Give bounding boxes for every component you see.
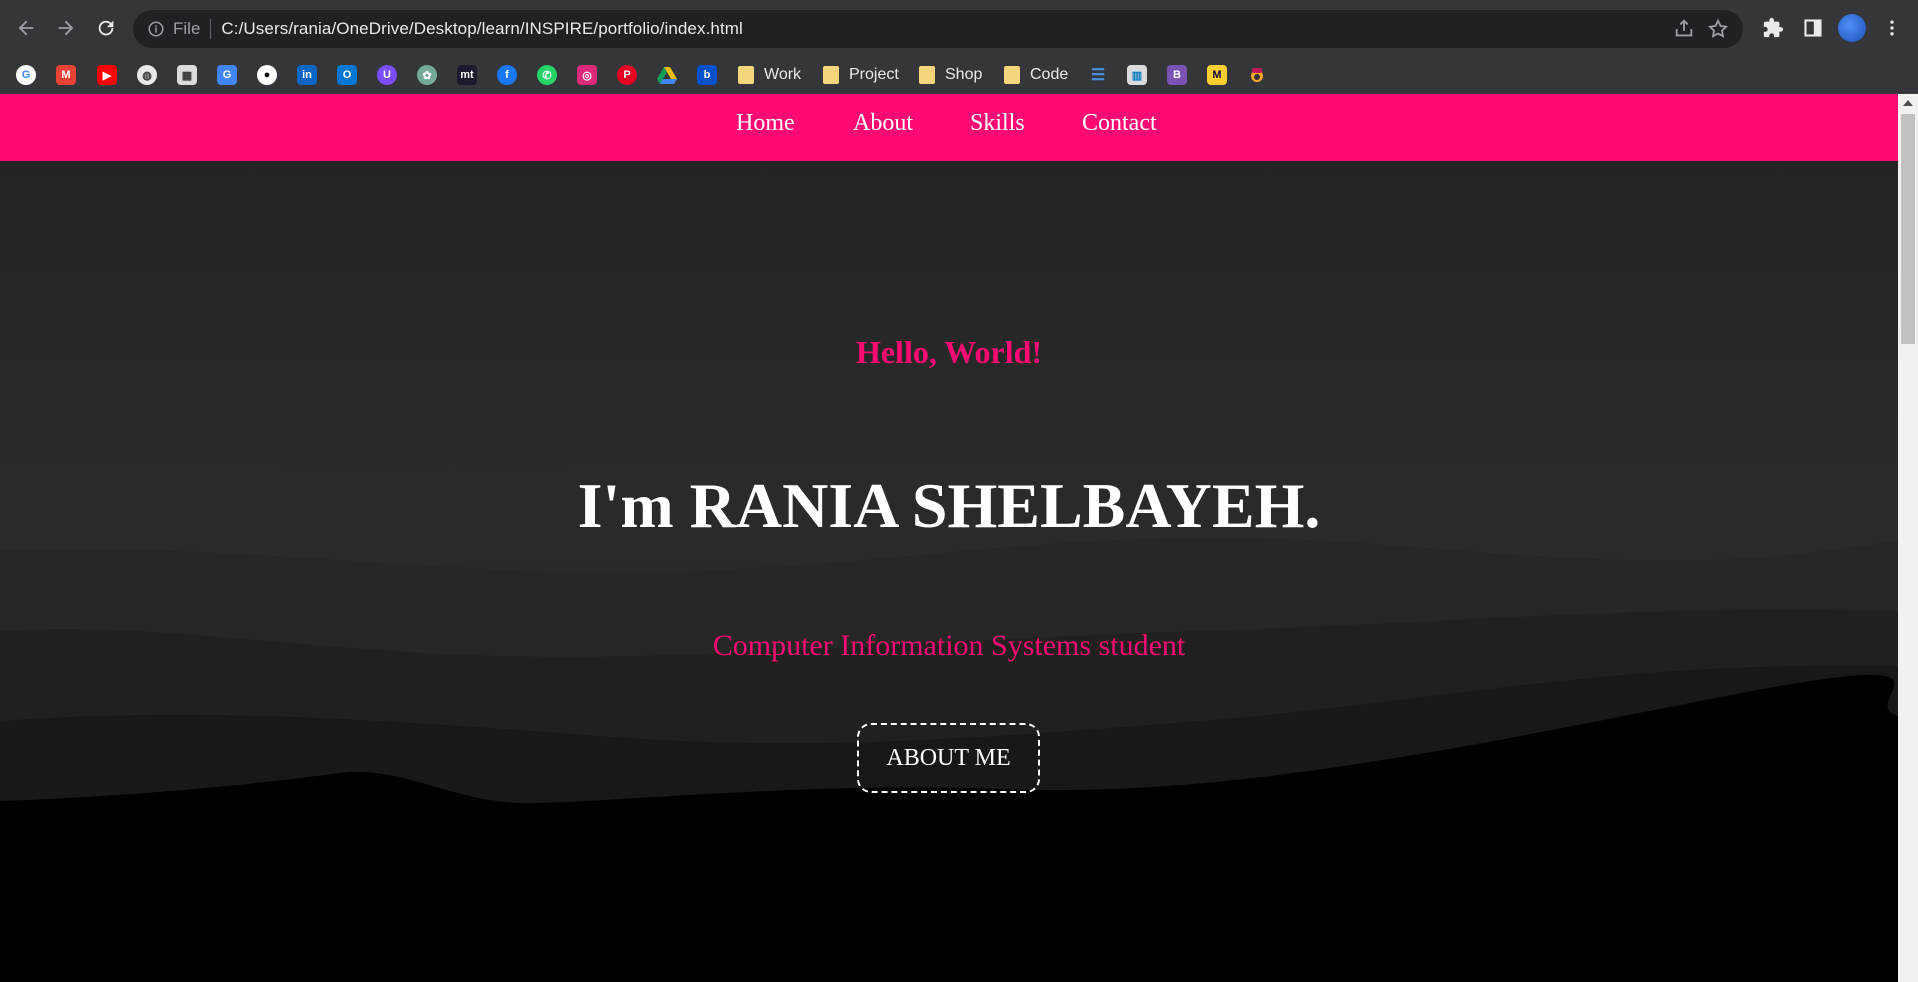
uplabs-icon[interactable]: U <box>377 65 397 85</box>
github-icon[interactable]: ● <box>257 65 277 85</box>
extensions-icon[interactable] <box>1759 14 1787 42</box>
chatgpt-icon[interactable]: ✿ <box>417 65 437 85</box>
mountain-landscape <box>0 440 1898 982</box>
bookmark-folder-label: Code <box>1030 66 1069 83</box>
gmail-icon[interactable]: M <box>56 65 76 85</box>
url-text[interactable]: C:/Users/rania/OneDrive/Desktop/learn/IN… <box>221 19 743 39</box>
drive-icon[interactable] <box>657 65 677 85</box>
address-bar[interactable]: File C:/Users/rania/OneDrive/Desktop/lea… <box>133 10 1743 48</box>
database-icon[interactable]: ☰ <box>1088 65 1108 85</box>
bookmark-folder-label: Project <box>849 66 899 83</box>
nav-link-skills[interactable]: Skills <box>970 110 1025 137</box>
web-page: Home About Skills Contact Hello, World! … <box>0 94 1898 982</box>
hero-greeting: Hello, World! <box>855 334 1043 370</box>
url-separator <box>210 19 212 39</box>
bookmark-folder-shop[interactable]: Shop <box>919 65 982 85</box>
page-scrollbar[interactable] <box>1898 94 1918 982</box>
nav-link-contact[interactable]: Contact <box>1082 110 1157 137</box>
browser-toolbar: File C:/Users/rania/OneDrive/Desktop/lea… <box>0 0 1918 56</box>
bookmark-folder-label: Work <box>764 66 802 83</box>
profile-avatar[interactable] <box>1838 14 1866 42</box>
folder-icon <box>823 66 839 84</box>
site-navbar: Home About Skills Contact <box>0 94 1898 161</box>
bookmark-folder-code[interactable]: Code <box>1004 65 1068 85</box>
arrow-right-icon <box>58 20 74 36</box>
bookmark-folder-label: Shop <box>945 66 983 83</box>
scroll-up-arrow-icon[interactable] <box>1903 100 1913 106</box>
star-icon[interactable] <box>1707 18 1729 40</box>
url-scheme: File <box>173 19 201 38</box>
nav-link-home[interactable]: Home <box>736 110 795 137</box>
calculator-icon[interactable]: ▦ <box>177 65 197 85</box>
folder-icon <box>738 66 754 84</box>
scroll-thumb[interactable] <box>1901 114 1915 344</box>
back-button[interactable] <box>10 12 42 44</box>
outlook-icon[interactable]: O <box>337 65 357 85</box>
hero-name: I'm RANIA SHELBAYEH. <box>577 470 1321 541</box>
hero-role: Computer Information Systems student <box>712 629 1186 662</box>
app-icon[interactable] <box>1247 65 1267 85</box>
share-icon[interactable] <box>1673 18 1695 40</box>
miro-icon[interactable]: M <box>1207 65 1227 85</box>
forward-button[interactable] <box>50 12 82 44</box>
nav-link-about[interactable]: About <box>853 110 913 137</box>
hero-section: Hello, World! I'm RANIA SHELBAYEH. Compu… <box>0 161 1898 982</box>
menu-icon[interactable] <box>1880 14 1904 42</box>
reload-icon <box>98 20 114 36</box>
folder-icon <box>1004 66 1020 84</box>
info-icon[interactable] <box>147 20 165 38</box>
bootstrap-icon[interactable]: B <box>1167 65 1187 85</box>
pinterest-icon[interactable]: P <box>617 65 637 85</box>
reload-button[interactable] <box>90 12 122 44</box>
facebook-icon[interactable]: f <box>497 65 517 85</box>
instagram-icon[interactable]: ◎ <box>577 65 597 85</box>
translate-icon[interactable]: G <box>217 65 237 85</box>
youtube-icon[interactable]: ▶ <box>97 65 117 85</box>
bookmark-folder-project[interactable]: Project <box>823 65 899 85</box>
bitbucket-icon[interactable]: b <box>697 65 717 85</box>
about-me-button[interactable]: ABOUT ME <box>857 723 1040 793</box>
whatsapp-icon[interactable]: ✆ <box>537 65 557 85</box>
mt-icon[interactable]: mt <box>457 65 477 85</box>
linkedin-icon[interactable]: in <box>297 65 317 85</box>
trello-icon[interactable]: ▥ <box>1127 65 1147 85</box>
globe-icon[interactable]: ◍ <box>137 65 157 85</box>
google-icon[interactable]: G <box>16 65 36 85</box>
bookmarks-bar: G M ▶ ◍ ▦ G ● in O U ✿ mt f ✆ ◎ P b Work… <box>0 56 1918 94</box>
arrow-left-icon <box>18 20 34 36</box>
side-panel-icon[interactable] <box>1799 14 1827 42</box>
folder-icon <box>919 66 935 84</box>
bookmark-folder-work[interactable]: Work <box>738 65 801 85</box>
